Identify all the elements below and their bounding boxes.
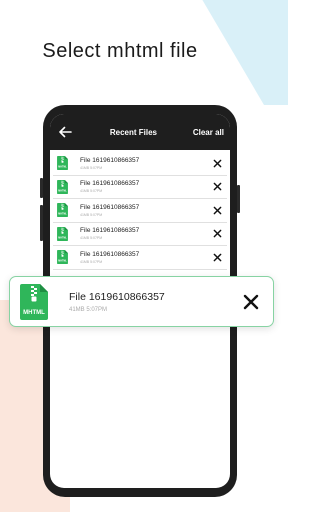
svg-text:MHTML: MHTML: [58, 214, 67, 216]
remove-icon[interactable]: [213, 229, 222, 238]
remove-icon[interactable]: [213, 159, 222, 168]
mhtml-file-icon: MHTML: [57, 203, 68, 218]
remove-icon[interactable]: [213, 206, 222, 215]
remove-icon[interactable]: [243, 294, 259, 310]
file-meta: 41MB 5:07PM: [69, 306, 108, 313]
recent-files-list: MHTML File 1619610866357 41MB 5:07PM MHT…: [50, 150, 230, 270]
file-meta: 41MB 5:07PM: [80, 165, 103, 170]
phone-side-button: [40, 178, 43, 198]
mhtml-file-icon: MHTML: [57, 156, 68, 171]
list-item[interactable]: MHTML File 1619610866357 41MB 5:07PM: [53, 176, 227, 199]
phone-side-button: [237, 185, 240, 213]
svg-text:MHTML: MHTML: [58, 167, 67, 169]
svg-text:MHTML: MHTML: [58, 261, 67, 263]
list-item[interactable]: MHTML File 1619610866357 41MB 5:07PM: [53, 246, 227, 270]
file-meta: 41MB 5:07PM: [80, 259, 103, 264]
mhtml-file-icon: MHTML: [20, 283, 48, 320]
list-item[interactable]: MHTML File 1619610866357 41MB 5:07PM: [53, 199, 227, 223]
svg-text:MHTML: MHTML: [58, 237, 67, 239]
appbar-title: Recent Files: [109, 127, 157, 137]
headline: Select mhtml file: [42, 40, 198, 62]
list-item[interactable]: MHTML File 1619610866357 41MB 5:07PM: [53, 223, 227, 246]
file-meta: 41MB 5:07PM: [80, 189, 103, 194]
file-name: File 1619610866357: [80, 180, 140, 188]
app-bar: Recent Files Clear all: [50, 114, 230, 150]
mhtml-file-icon: MHTML: [57, 179, 68, 194]
remove-icon[interactable]: [213, 253, 222, 262]
list-item[interactable]: MHTML File 1619610866357 41MB 5:07PM: [53, 152, 227, 176]
file-name: File 1619610866357: [80, 250, 140, 258]
svg-text:MHTML: MHTML: [23, 310, 45, 316]
remove-icon[interactable]: [213, 182, 222, 191]
file-meta: 41MB 5:07PM: [80, 236, 103, 241]
mhtml-file-icon: MHTML: [57, 250, 68, 265]
file-name: File 1619610866357: [80, 156, 140, 164]
mhtml-file-icon: MHTML: [57, 226, 68, 241]
svg-text:MHTML: MHTML: [58, 190, 67, 192]
file-meta: 41MB 5:07PM: [80, 212, 103, 217]
clear-all-button[interactable]: Clear all: [193, 128, 224, 137]
file-name: File 1619610866357: [69, 290, 165, 303]
highlighted-file-card[interactable]: MHTML File 1619610866357 41MB 5:07PM: [9, 276, 274, 327]
file-name: File 1619610866357: [80, 227, 140, 235]
phone-side-button: [40, 205, 43, 241]
file-name: File 1619610866357: [80, 203, 140, 211]
back-arrow-icon[interactable]: [56, 123, 74, 141]
promo-screen: Select mhtml file Recent Files Clear all: [0, 0, 288, 512]
